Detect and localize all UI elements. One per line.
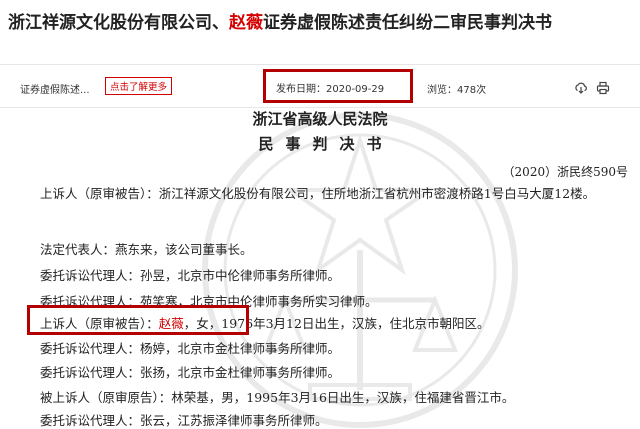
party-details: 燕东来，该公司董事长。 <box>115 242 253 257</box>
party-details: 张扬，北京市金杜律师事务所律师。 <box>140 365 341 380</box>
highlight-box <box>27 305 249 335</box>
paragraph-agent: 委托诉讼代理人：杨婷，北京市金杜律师事务所律师。 <box>40 338 340 357</box>
title-text-after: 证券虚假陈述责任纠纷二审民事判决书 <box>263 13 552 33</box>
party-details: 林荣基，男，1995年3月16日出生，汉族，住福建省晋江市。 <box>171 390 515 405</box>
party-role: 上诉人（原审被告）： <box>40 186 159 201</box>
paragraph-appellee: 被上诉人（原审原告）：林荣基，男，1995年3月16日出生，汉族，住福建省晋江市… <box>40 387 514 406</box>
party-role: 委托诉讼代理人： <box>40 341 141 356</box>
paragraph-agent: 委托诉讼代理人：孙昱，北京市中伦律师事务所律师。 <box>40 265 340 284</box>
learn-more-button[interactable]: 点击了解更多 <box>105 77 173 95</box>
views-value: 478次 <box>457 85 487 96</box>
page-title: 浙江祥源文化股份有限公司、赵薇证券虚假陈述责任纠纷二审民事判决书 <box>0 0 640 44</box>
date-label: 发布日期： <box>276 84 326 95</box>
party-role: 委托诉讼代理人： <box>40 268 141 283</box>
party-role: 被上诉人（原审原告）： <box>40 390 172 405</box>
title-text-before: 浙江祥源文化股份有限公司、 <box>8 13 229 33</box>
views-label: 浏览： <box>427 85 457 96</box>
title-text-highlight: 赵薇 <box>229 13 263 33</box>
party-role: 法定代表人： <box>40 242 116 257</box>
paragraph-agent: 委托诉讼代理人：张云，江苏振泽律师事务所律师。 <box>40 410 328 429</box>
case-number: （2020）浙民终590号 <box>502 165 628 179</box>
court-name: 浙江省高级人民法院 <box>252 110 388 128</box>
publish-date: 发布日期：2020-09-29 <box>263 69 413 103</box>
date-value: 2020-09-29 <box>326 84 385 95</box>
party-details: 浙江祥源文化股份有限公司，住所地浙江省杭州市密渡桥路1号白马大厦12楼。 <box>158 186 596 201</box>
party-role: 委托诉讼代理人： <box>40 413 141 428</box>
view-count: 浏览：478次 <box>427 81 486 96</box>
party-details: 杨婷，北京市金杜律师事务所律师。 <box>140 341 341 356</box>
paragraph-agent: 委托诉讼代理人：张扬，北京市金杜律师事务所律师。 <box>40 362 340 381</box>
download-icon[interactable] <box>574 81 588 95</box>
party-details: 孙昱，北京市中伦律师事务所律师。 <box>140 268 341 283</box>
party-role: 委托诉讼代理人： <box>40 365 141 380</box>
category-tag[interactable]: 证券虚假陈述... <box>20 81 90 96</box>
print-icon[interactable] <box>596 81 610 95</box>
paragraph-appellant-company: 上诉人（原审被告）：浙江祥源文化股份有限公司，住所地浙江省杭州市密渡桥路1号白马… <box>40 181 630 207</box>
party-details: 张云，江苏振泽律师事务所律师。 <box>140 413 328 428</box>
document-type: 民事判决书 <box>258 135 394 153</box>
paragraph-legal-rep: 法定代表人：燕东来，该公司董事长。 <box>40 239 253 258</box>
